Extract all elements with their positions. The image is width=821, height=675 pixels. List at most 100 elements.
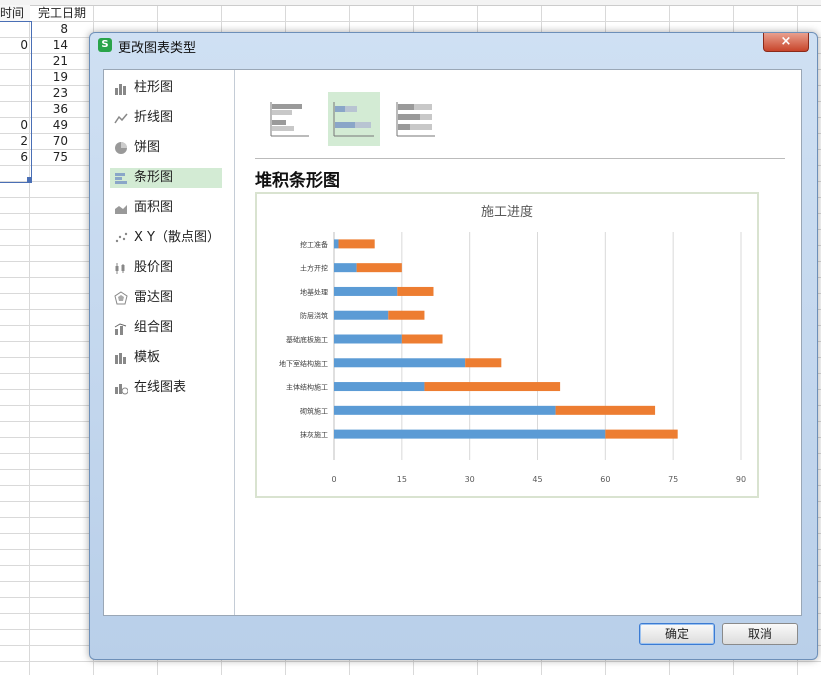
x-tick-label: 30 — [465, 475, 475, 484]
bar-series1 — [334, 358, 466, 368]
close-button[interactable]: × — [763, 33, 809, 52]
percent-stacked-bar-option[interactable] — [391, 92, 443, 146]
nav-label: 面积图 — [134, 200, 174, 215]
selection-range — [0, 21, 32, 183]
area-chart-icon — [115, 205, 127, 214]
category-label: 砌筑施工 — [300, 406, 328, 415]
scatter-chart-icon — [115, 232, 128, 243]
wps-app-icon: S — [98, 38, 112, 52]
nav-label: 饼图 — [134, 140, 161, 155]
bar-series1 — [334, 405, 556, 415]
cancel-button[interactable]: 取消 — [722, 623, 798, 645]
online-chart-icon — [115, 384, 128, 395]
stacked-bar-icon — [333, 102, 374, 137]
sheet-cell[interactable]: 8 — [30, 21, 94, 37]
x-tick-label: 60 — [600, 475, 610, 484]
category-label: 防层浇筑 — [300, 311, 328, 320]
category-label: 地基处理 — [300, 287, 328, 296]
sheet-cell[interactable]: 49 — [30, 117, 94, 133]
clustered-bar-option[interactable] — [265, 92, 317, 146]
line-chart-icon — [114, 113, 128, 124]
nav-label: 股价图 — [134, 260, 174, 275]
bar-chart-icon — [115, 173, 127, 184]
stock-chart-icon — [115, 263, 125, 274]
sheet-cell[interactable]: 75 — [30, 149, 94, 165]
bar-series2 — [338, 239, 375, 249]
nav-label: X Y（散点图） — [134, 230, 220, 245]
dialog-content: 柱形图折线图饼图条形图面积图 X Y（散点图） 股价图雷达图组合图模板在线图表 — [103, 69, 802, 616]
bar-series1 — [334, 382, 425, 392]
column-chart-icon — [115, 84, 126, 95]
bar-series2 — [605, 429, 678, 439]
chart-type-sidebar: 柱形图折线图饼图条形图面积图 X Y（散点图） 股价图雷达图组合图模板在线图表 — [104, 70, 235, 615]
category-label: 抹灰施工 — [300, 430, 328, 439]
bar-series1 — [334, 334, 402, 344]
sheet-cell[interactable]: 19 — [30, 69, 94, 85]
bar-series2 — [397, 286, 434, 296]
clustered-bar-icon — [270, 102, 309, 137]
header-cell-time[interactable]: 时间 — [0, 5, 30, 21]
nav-label: 柱形图 — [134, 80, 174, 95]
bar-series1 — [334, 310, 389, 320]
nav-item-radar-chart[interactable]: 雷达图 — [110, 288, 222, 308]
x-tick-label: 15 — [397, 475, 407, 484]
category-label: 挖工准备 — [300, 240, 328, 249]
bar-series2 — [388, 310, 425, 320]
chart-subtype-pane: 堆积条形图 施工进度 0 15 30 45 60 75 90 挖工准备土方开挖地基处理防层浇筑基… — [235, 70, 801, 615]
combo-chart-icon — [114, 323, 127, 335]
nav-item-scatter-chart[interactable]: X Y（散点图） — [110, 228, 222, 248]
category-label: 地下室结构施工 — [279, 359, 328, 368]
nav-item-area-chart[interactable]: 面积图 — [110, 198, 222, 218]
nav-label: 组合图 — [134, 320, 174, 335]
nav-item-line-chart[interactable]: 折线图 — [110, 108, 222, 128]
x-tick-label: 90 — [736, 475, 746, 484]
stacked-bar-chart: 施工进度 0 15 30 45 60 75 90 挖工准备土方开挖地基处理防层浇筑基础底板施工地… — [279, 204, 746, 484]
chart-title: 施工进度 — [481, 204, 533, 220]
bar-series2 — [555, 405, 656, 415]
column-header-strip — [0, 0, 821, 6]
percent-stacked-bar-icon — [396, 102, 435, 137]
sheet-cell[interactable]: 23 — [30, 85, 94, 101]
dialog-title: 更改图表类型 — [118, 41, 197, 56]
bar-series1 — [334, 239, 339, 249]
nav-item-pie-chart[interactable]: 饼图 — [110, 138, 222, 158]
nav-item-online-chart[interactable]: 在线图表 — [110, 378, 222, 398]
divider — [255, 158, 785, 159]
change-chart-type-dialog: S 更改图表类型 × 柱形图折线图饼图条形图面积图 X Y（散点图） 股价图雷达图组… — [89, 32, 818, 660]
bar-series2 — [465, 358, 502, 368]
chart-preview: 施工进度 0 15 30 45 60 75 90 挖工准备土方开挖地基处理防层浇筑基础底板施工地… — [255, 192, 759, 498]
nav-label: 模板 — [134, 350, 161, 365]
sheet-cell[interactable]: 36 — [30, 101, 94, 117]
sheet-cell[interactable]: 70 — [30, 133, 94, 149]
bar-series1 — [334, 286, 398, 296]
category-label: 基础底板施工 — [286, 335, 328, 344]
fill-handle[interactable] — [27, 177, 32, 182]
nav-item-template[interactable]: 模板 — [110, 348, 222, 368]
category-label: 土方开挖 — [300, 264, 328, 273]
nav-item-stock-chart[interactable]: 股价图 — [110, 258, 222, 278]
nav-item-bar-chart[interactable]: 条形图 — [110, 168, 222, 188]
nav-label: 折线图 — [134, 110, 174, 125]
bar-series2 — [401, 334, 443, 344]
radar-chart-icon — [114, 291, 128, 305]
stacked-bar-option[interactable] — [328, 92, 380, 146]
nav-item-combo-chart[interactable]: 组合图 — [110, 318, 222, 338]
nav-label: 条形图 — [134, 170, 174, 185]
sheet-cell[interactable]: 21 — [30, 53, 94, 69]
ok-button[interactable]: 确定 — [639, 623, 715, 645]
x-tick-label: 75 — [668, 475, 678, 484]
pie-chart-icon — [115, 142, 127, 154]
header-cell-finish-date[interactable]: 完工日期 — [30, 5, 94, 21]
dialog-titlebar[interactable]: S 更改图表类型 × — [90, 33, 817, 59]
bar-series1 — [334, 429, 606, 439]
category-label: 主体结构施工 — [286, 383, 328, 392]
nav-item-column-chart[interactable]: 柱形图 — [110, 78, 222, 98]
bar-series2 — [356, 263, 402, 273]
template-icon — [115, 353, 126, 364]
x-tick-label: 0 — [331, 475, 336, 484]
sheet-cell[interactable]: 14 — [30, 37, 94, 53]
bar-series1 — [334, 263, 357, 273]
subtype-title: 堆积条形图 — [255, 171, 340, 191]
nav-label: 雷达图 — [134, 290, 174, 305]
x-tick-label: 45 — [532, 475, 542, 484]
